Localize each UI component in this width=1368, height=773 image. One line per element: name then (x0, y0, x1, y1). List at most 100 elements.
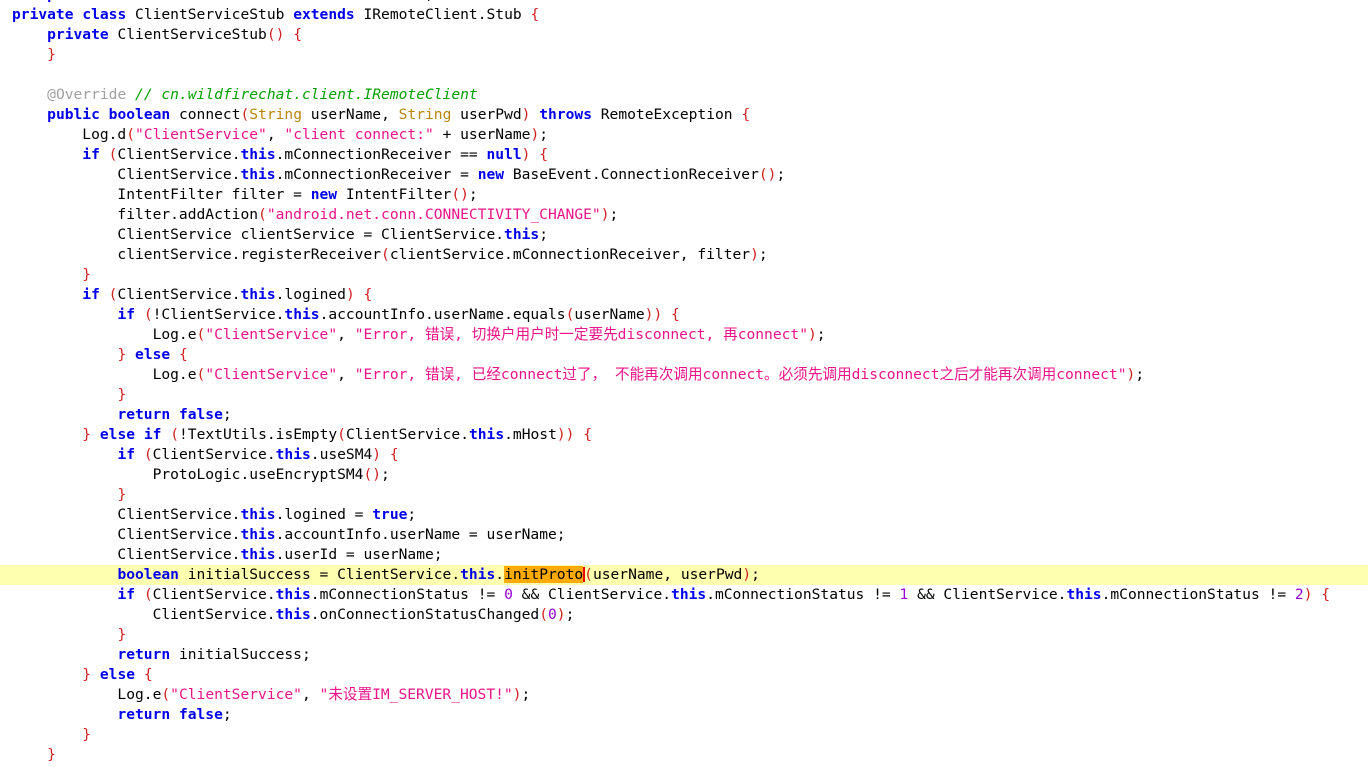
code-line-current[interactable]: boolean initialSuccess = ClientService.t… (0, 565, 1368, 585)
code-line[interactable]: ClientService.this.onConnectionStatusCha… (0, 605, 1368, 625)
code-line[interactable]: } (0, 725, 1368, 745)
bracket: { (583, 426, 593, 443)
code-text: , (337, 366, 355, 383)
code-text: ClientService. (12, 546, 241, 563)
code-line[interactable]: if (ClientService.this.mConnectionReceiv… (0, 145, 1368, 165)
code-line[interactable]: Log.e("ClientService", "未设置IM_SERVER_HOS… (0, 685, 1368, 705)
code-text: Log.e (12, 686, 162, 703)
code-line[interactable]: @Override // cn.wildfirechat.client.IRem… (0, 85, 1368, 105)
code-line[interactable]: ClientService.this.userId = userName; (0, 545, 1368, 565)
bracket: () (266, 26, 285, 43)
code-line[interactable]: } (0, 745, 1368, 765)
keyword: this (240, 286, 276, 303)
code-text: IntentFilter (337, 186, 452, 203)
code-editor[interactable]: private ClientServiceStub clientServiceS… (0, 0, 1368, 773)
code-text: ClientService clientService = ClientServ… (12, 226, 505, 243)
code-text: ProtoLogic.useEncryptSM4 (12, 466, 364, 483)
code-text: Log.d (12, 126, 127, 143)
keyword: return (117, 646, 171, 663)
code-text: .userId = userName; (275, 546, 443, 563)
annotation: @Override (47, 86, 127, 103)
code-line[interactable]: ClientService.this.mConnectionReceiver =… (0, 165, 1368, 185)
bracket: { (530, 6, 540, 23)
code-line[interactable]: } (0, 45, 1368, 65)
keyword: if (117, 306, 136, 323)
code-text: . (495, 566, 505, 583)
code-text: Log.e (12, 326, 197, 343)
code-text: !TextUtils.isEmpty (179, 426, 338, 443)
keyword: else (135, 346, 171, 363)
type-name: String (249, 106, 302, 123)
keyword: if (82, 286, 100, 303)
code-text: .logined (275, 286, 346, 303)
bracket: )) (644, 306, 663, 323)
code-text: ; (381, 466, 390, 483)
code-text: ; (758, 246, 768, 263)
code-line[interactable]: return false; (0, 405, 1368, 425)
keyword: this (240, 506, 276, 523)
bracket: ( (143, 446, 153, 463)
code-line[interactable]: IntentFilter filter = new IntentFilter()… (0, 185, 1368, 205)
code-line[interactable]: Log.e("ClientService", "Error, 错误, 已经con… (0, 365, 1368, 385)
keyword: if (143, 426, 162, 443)
code-text: clientService.registerReceiver (12, 246, 382, 263)
code-line[interactable]: filter.addAction("android.net.conn.CONNE… (0, 205, 1368, 225)
keyword: if (117, 586, 136, 603)
code-text: ClientService. (345, 426, 469, 443)
code-line[interactable]: Log.e("ClientService", "Error, 错误, 切换户用户… (0, 325, 1368, 345)
code-line[interactable]: } (0, 385, 1368, 405)
code-line[interactable]: if (ClientService.this.useSM4) { (0, 445, 1368, 465)
code-content[interactable]: private ClientServiceStub clientServiceS… (0, 0, 1368, 765)
code-line[interactable]: private ClientServiceStub() { (0, 25, 1368, 45)
keyword: boolean (108, 106, 171, 123)
code-line[interactable]: } else { (0, 665, 1368, 685)
code-text: ClientService. (152, 446, 276, 463)
code-line[interactable]: } else { (0, 345, 1368, 365)
bracket: { (539, 146, 549, 163)
code-line[interactable]: private class ClientServiceStub extends … (0, 5, 1368, 25)
code-line[interactable]: Log.d("ClientService", "client connect:"… (0, 125, 1368, 145)
code-line[interactable]: ProtoLogic.useEncryptSM4(); (0, 465, 1368, 485)
code-line[interactable]: } (0, 625, 1368, 645)
code-line[interactable]: return initialSuccess; (0, 645, 1368, 665)
code-line[interactable]: if (ClientService.this.mConnectionStatus… (0, 585, 1368, 605)
code-text: ; (539, 226, 548, 243)
code-text: initialSuccess; (170, 646, 311, 663)
code-line[interactable]: } (0, 265, 1368, 285)
code-line[interactable]: ClientService.this.accountInfo.userName … (0, 525, 1368, 545)
code-line[interactable]: return false; (0, 705, 1368, 725)
code-text: .mConnectionReceiver = (275, 166, 478, 183)
code-text: ; (776, 166, 786, 183)
code-text: ; (816, 326, 826, 343)
code-line[interactable]: } (0, 485, 1368, 505)
code-text: clientService.mConnectionReceiver, filte… (389, 246, 751, 263)
code-line[interactable]: clientService.registerReceiver(clientSer… (0, 245, 1368, 265)
code-text: ; (609, 206, 619, 223)
code-line[interactable] (0, 65, 1368, 85)
code-line[interactable]: ClientService clientService = ClientServ… (0, 225, 1368, 245)
code-line[interactable]: ClientService.this.logined = true; (0, 505, 1368, 525)
code-text: && ClientService. (512, 586, 672, 603)
code-line[interactable]: public boolean connect(String userName, … (0, 105, 1368, 125)
bracket: ) (530, 126, 540, 143)
code-line[interactable]: if (!ClientService.this.accountInfo.user… (0, 305, 1368, 325)
code-line[interactable]: } else if (!TextUtils.isEmpty(ClientServ… (0, 425, 1368, 445)
number-literal: 0 (504, 586, 513, 603)
keyword: this (1066, 586, 1102, 603)
keyword: return (117, 406, 171, 423)
code-line[interactable]: if (ClientService.this.logined) { (0, 285, 1368, 305)
